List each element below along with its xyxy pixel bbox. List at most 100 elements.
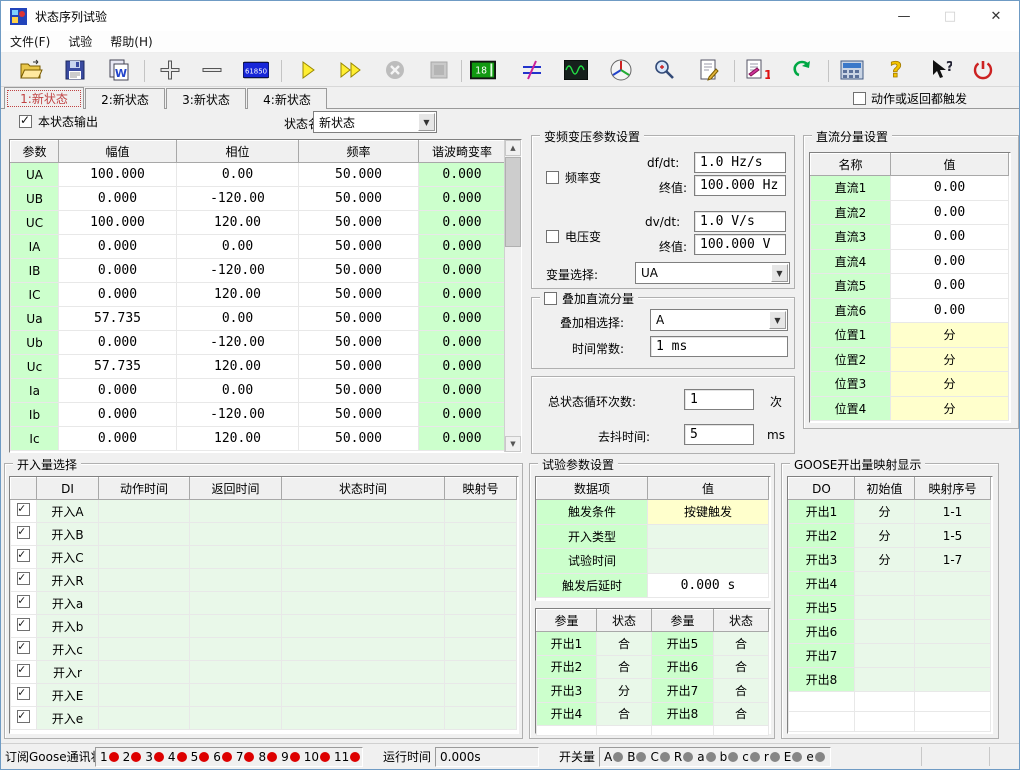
di-checkbox-cell[interactable] [11, 546, 37, 569]
di-checkbox[interactable] [17, 572, 30, 585]
cell[interactable]: 0.00 [177, 235, 299, 259]
undo-button[interactable] [788, 57, 814, 83]
tab-state-4[interactable]: 4:新状态 [247, 88, 327, 109]
di-checkbox-cell[interactable] [11, 500, 37, 523]
volt-change-checkbox[interactable] [546, 230, 559, 243]
menu-item[interactable]: 文件(F) [1, 31, 59, 52]
report-button[interactable] [696, 57, 722, 83]
cell[interactable]: 50.000 [299, 163, 419, 187]
open-button[interactable] [18, 57, 44, 83]
iec61850-button[interactable]: 61850 [243, 57, 269, 83]
cell[interactable]: 0.00 [891, 274, 1009, 299]
cell[interactable]: 0.000 [419, 283, 506, 307]
cell[interactable]: 合 [597, 702, 652, 726]
freq-change-control[interactable]: 频率变 [546, 169, 601, 186]
cell[interactable]: 50.000 [299, 211, 419, 235]
di-checkbox[interactable] [17, 641, 30, 654]
di-checkbox[interactable] [17, 664, 30, 677]
harmonic-button[interactable] [519, 57, 545, 83]
scrollbar-thumb[interactable] [505, 157, 521, 247]
cell[interactable]: 0.000 [59, 379, 177, 403]
cell[interactable]: 0.000 [59, 259, 177, 283]
cell[interactable]: 0.000 [419, 235, 506, 259]
di-checkbox[interactable] [17, 595, 30, 608]
cell[interactable]: 0.000 [419, 379, 506, 403]
cell[interactable]: 50.000 [299, 355, 419, 379]
cell[interactable]: 0.000 [419, 331, 506, 355]
cell[interactable]: 0.000 [419, 259, 506, 283]
add-state-button[interactable] [157, 57, 183, 83]
cell[interactable]: 分 [891, 396, 1009, 421]
waveform-button[interactable] [563, 57, 589, 83]
di-checkbox[interactable] [17, 549, 30, 562]
cell[interactable]: -120.00 [177, 187, 299, 211]
cell[interactable]: 57.735 [59, 355, 177, 379]
close-button[interactable]: ✕ [973, 1, 1019, 31]
cell[interactable]: 0.00 [891, 225, 1009, 250]
calculator-button[interactable] [839, 57, 865, 83]
cell[interactable]: 分 [891, 347, 1009, 372]
cell[interactable]: 0.00 [177, 163, 299, 187]
menu-item[interactable]: 试验 [59, 31, 101, 52]
minimize-button[interactable]: — [881, 1, 927, 31]
cell[interactable]: 合 [714, 679, 769, 703]
di-checkbox-cell[interactable] [11, 707, 37, 730]
loop-count-input[interactable]: 1 [684, 389, 754, 410]
di-checkbox[interactable] [17, 710, 30, 723]
freq-change-checkbox[interactable] [546, 171, 559, 184]
cell[interactable]: 120.00 [177, 211, 299, 235]
cell[interactable]: 0.00 [891, 176, 1009, 201]
cell[interactable]: 50.000 [299, 187, 419, 211]
cell[interactable]: 合 [597, 655, 652, 679]
cell[interactable]: 合 [714, 632, 769, 656]
cell[interactable]: -120.00 [177, 331, 299, 355]
cell[interactable]: 120.00 [177, 355, 299, 379]
cell[interactable]: 0.000 [419, 211, 506, 235]
scroll-up-icon[interactable]: ▲ [505, 140, 521, 156]
dfdt-input[interactable]: 1.0 Hz/s [694, 152, 786, 173]
di-checkbox-cell[interactable] [11, 661, 37, 684]
tab-state-2[interactable]: 2:新状态 [85, 88, 165, 109]
cell[interactable]: 0.000 s [648, 573, 769, 598]
exit-button[interactable] [970, 57, 996, 83]
cell[interactable]: 100.000 [59, 163, 177, 187]
vector-diagram-button[interactable] [608, 57, 634, 83]
trigger-checkbox[interactable] [853, 92, 866, 105]
di-checkbox[interactable] [17, 526, 30, 539]
cell[interactable]: -120.00 [177, 259, 299, 283]
cell[interactable]: 0.00 [891, 249, 1009, 274]
chevron-down-icon[interactable]: ▼ [771, 264, 788, 282]
tab-state-1[interactable]: 1:新状态 [4, 87, 84, 109]
cell[interactable]: 50.000 [299, 283, 419, 307]
cell[interactable]: 0.000 [419, 307, 506, 331]
cell[interactable]: 合 [714, 655, 769, 679]
cell[interactable]: 0.000 [419, 427, 506, 451]
cell[interactable]: 0.000 [419, 403, 506, 427]
state-output-checkbox[interactable] [19, 115, 32, 128]
phase-select-combo[interactable]: A ▼ [650, 309, 788, 331]
volt-change-control[interactable]: 电压变 [546, 228, 601, 245]
save-button[interactable] [62, 57, 88, 83]
var-select-combo[interactable]: UA ▼ [635, 262, 790, 284]
cell[interactable]: 0.00 [891, 200, 1009, 225]
context-help-button[interactable]: ? [927, 57, 953, 83]
cell[interactable]: 50.000 [299, 259, 419, 283]
cell[interactable]: 分 [891, 372, 1009, 397]
cell[interactable]: 分 [891, 323, 1009, 348]
cell[interactable]: 合 [597, 632, 652, 656]
cell[interactable] [648, 549, 769, 574]
help-button[interactable]: ? [883, 57, 909, 83]
cell[interactable]: 120.00 [177, 427, 299, 451]
f-final-input[interactable]: 100.000 Hz [694, 175, 786, 196]
di-checkbox-cell[interactable] [11, 569, 37, 592]
run-button[interactable] [294, 57, 320, 83]
cell[interactable]: 0.000 [419, 355, 506, 379]
cell[interactable]: 0.00 [177, 307, 299, 331]
vertical-scrollbar[interactable]: ▲ ▼ [504, 140, 521, 452]
di-checkbox-cell[interactable] [11, 523, 37, 546]
cell[interactable]: 50.000 [299, 427, 419, 451]
cell[interactable]: 合 [714, 702, 769, 726]
cell[interactable]: 0.000 [59, 187, 177, 211]
cell[interactable]: 0.000 [59, 403, 177, 427]
di-checkbox[interactable] [17, 687, 30, 700]
